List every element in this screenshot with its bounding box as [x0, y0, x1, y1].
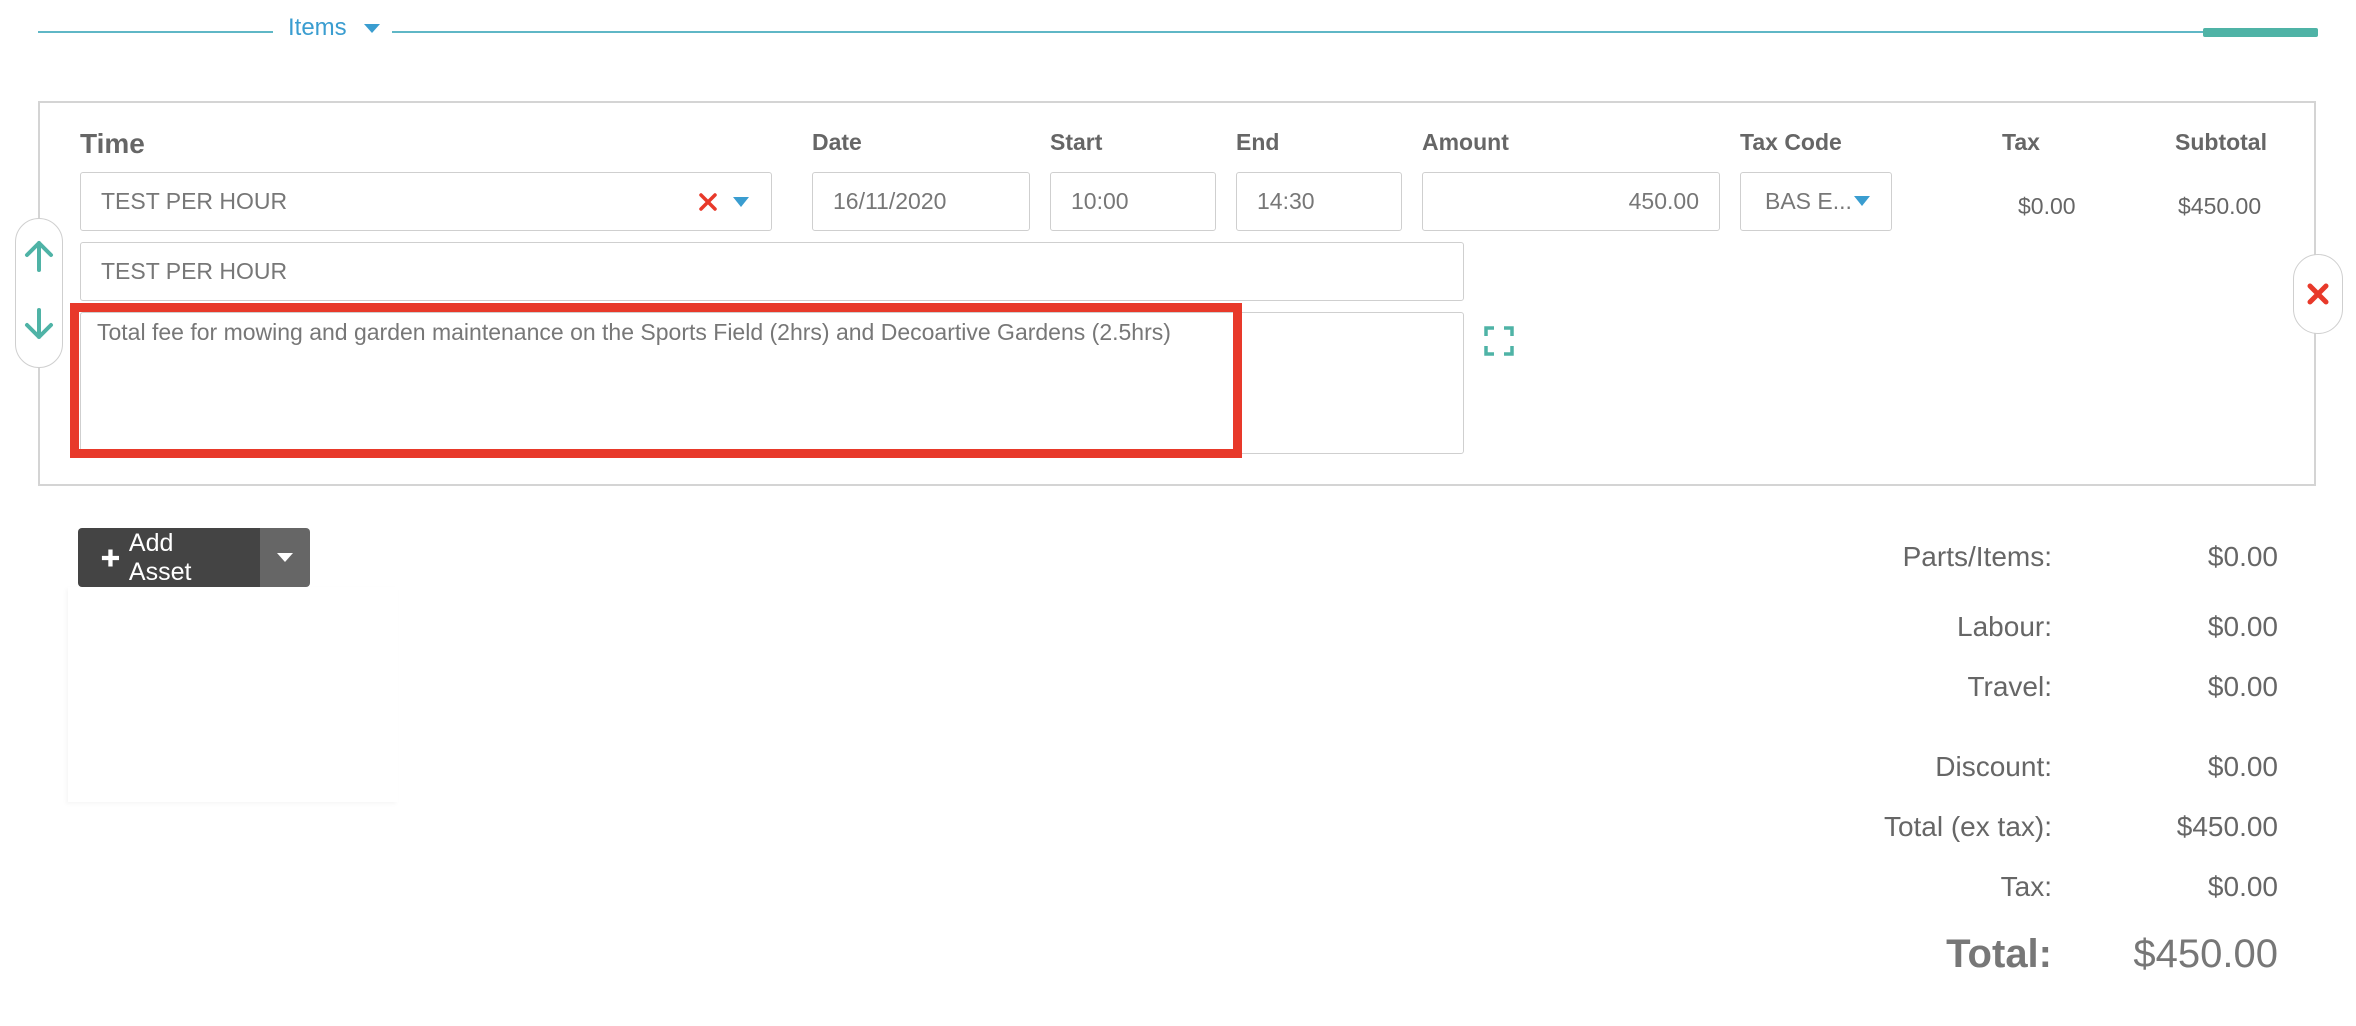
tax-total-value: $0.00 [2207, 871, 2278, 902]
tax-total-label: Tax: [2000, 871, 2052, 902]
column-label-tax: Tax [2002, 129, 2040, 155]
asset-dropdown-panel [68, 587, 398, 802]
chevron-down-icon[interactable] [1854, 196, 1870, 206]
item-type-select[interactable]: TEST PER HOUR [80, 172, 772, 231]
plus-icon [101, 548, 120, 567]
parts-items-label: Parts/Items: [1902, 541, 2052, 572]
total-ex-tax-label: Total (ex tax): [1883, 811, 2052, 842]
tax-code-value: BAS E... [1765, 188, 1852, 214]
subtotal-value: $450.00 [2178, 193, 2262, 219]
date-field[interactable]: 16/11/2020 [812, 172, 1030, 231]
column-label-date: Date [812, 129, 862, 155]
end-time-field[interactable]: 14:30 [1236, 172, 1402, 231]
remove-item-button[interactable] [2293, 254, 2343, 334]
items-section-title: Items [288, 14, 347, 41]
add-asset-split-button: Add Asset [78, 528, 310, 587]
labour-value: $0.00 [2207, 611, 2278, 642]
arrow-down-icon[interactable] [23, 307, 55, 341]
date-value: 16/11/2020 [833, 188, 947, 214]
tax-value: $0.00 [2018, 193, 2076, 219]
grand-total-value: $450.00 [2133, 932, 2278, 976]
section-divider-left [38, 31, 273, 33]
discount-value: $0.00 [2207, 751, 2278, 782]
column-label-start: Start [1050, 129, 1103, 155]
start-time-field[interactable]: 10:00 [1050, 172, 1216, 231]
parts-items-value: $0.00 [2207, 541, 2278, 572]
total-ex-tax-value: $450.00 [2176, 811, 2278, 842]
discount-label: Discount: [1935, 751, 2052, 782]
add-asset-dropdown-button[interactable] [260, 528, 310, 587]
column-label-end: End [1236, 129, 1280, 155]
item-type-value: TEST PER HOUR [101, 188, 288, 214]
add-asset-button[interactable]: Add Asset [78, 528, 260, 587]
column-label-type: Time [80, 128, 145, 159]
chevron-down-icon [277, 553, 293, 562]
item-name-field[interactable]: TEST PER HOUR [80, 242, 1464, 301]
expand-icon[interactable] [1484, 326, 1514, 356]
travel-value: $0.00 [2207, 671, 2278, 702]
items-section-toggle[interactable]: Items [288, 14, 347, 42]
column-label-tax-code: Tax Code [1740, 129, 1842, 155]
add-asset-label: Add Asset [128, 528, 192, 586]
clear-x-icon[interactable] [698, 192, 718, 212]
end-time-value: 14:30 [1257, 188, 1315, 214]
highlight-annotation [70, 303, 1242, 458]
item-name-value: TEST PER HOUR [101, 258, 288, 284]
amount-field[interactable]: 450.00 [1422, 172, 1720, 231]
amount-value: 450.00 [1628, 188, 1699, 214]
chevron-down-icon[interactable] [733, 197, 749, 207]
chevron-down-icon[interactable] [364, 24, 380, 33]
labour-label: Labour: [1957, 611, 2052, 642]
start-time-value: 10:00 [1071, 188, 1129, 214]
section-divider-right [392, 31, 2204, 33]
reorder-controls [15, 218, 63, 368]
remove-x-icon [2307, 283, 2329, 305]
column-label-subtotal: Subtotal [2175, 129, 2267, 155]
column-label-amount: Amount [1422, 129, 1509, 155]
grand-total-label: Total: [1946, 932, 2052, 976]
section-progress-indicator [2203, 28, 2318, 37]
travel-label: Travel: [1967, 671, 2052, 702]
arrow-up-icon[interactable] [23, 239, 55, 273]
